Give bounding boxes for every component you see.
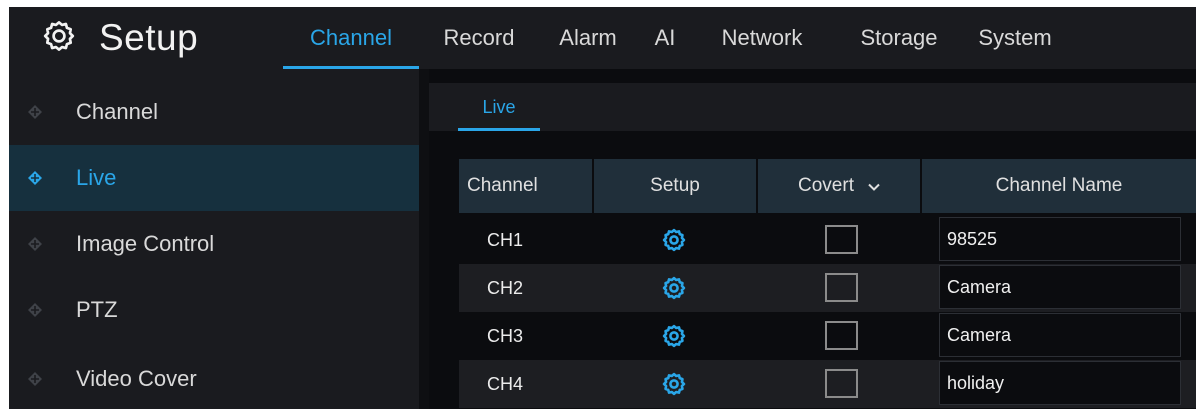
sub-tab-bar: Live <box>429 83 1196 131</box>
setup-window: Setup Channel Record Alarm AI Network St… <box>9 7 1196 409</box>
sidebar-item-ptz[interactable]: PTZ <box>9 277 419 343</box>
gear-icon <box>41 18 77 59</box>
sidebar-item-channel[interactable]: Channel <box>9 79 419 145</box>
channel-name-input[interactable]: Camera <box>939 265 1181 309</box>
header-setup: Setup <box>594 159 756 213</box>
table-row: CH3 Camera <box>459 312 1196 360</box>
diamond-bullet-icon <box>26 103 44 121</box>
brand: Setup <box>41 7 198 69</box>
sidebar-item-image-control[interactable]: Image Control <box>9 211 419 277</box>
sidebar-item-live[interactable]: Live <box>9 145 419 211</box>
channel-name-input[interactable]: Camera <box>939 313 1181 357</box>
channel-table: Channel Setup Covert Channel Name CH1 98… <box>459 159 1196 408</box>
tab-ai[interactable]: AI <box>637 7 693 69</box>
channel-id: CH1 <box>487 229 524 250</box>
header-channel: Channel <box>459 159 592 213</box>
diamond-bullet-icon <box>26 370 44 388</box>
tab-live[interactable]: Live <box>458 83 540 131</box>
channel-name-input[interactable]: holiday <box>939 361 1181 405</box>
table-row: CH1 98525 <box>459 216 1196 264</box>
tab-storage[interactable]: Storage <box>831 7 967 69</box>
setup-gear-icon[interactable] <box>659 360 689 408</box>
tab-record[interactable]: Record <box>419 7 539 69</box>
tab-system[interactable]: System <box>967 7 1063 69</box>
table-row: CH4 holiday <box>459 360 1196 408</box>
tab-network[interactable]: Network <box>693 7 831 69</box>
header-covert[interactable]: Covert <box>758 159 920 213</box>
covert-checkbox[interactable] <box>825 369 858 398</box>
channel-name-input[interactable]: 98525 <box>939 217 1181 261</box>
content-panel: Live Channel Setup Covert Channel Name C… <box>429 69 1196 409</box>
covert-checkbox[interactable] <box>825 225 858 254</box>
sidebar-item-video-cover[interactable]: Video Cover <box>9 346 419 409</box>
table-header: Channel Setup Covert Channel Name <box>459 159 1196 213</box>
setup-gear-icon[interactable] <box>659 216 689 264</box>
table-row: CH2 Camera <box>459 264 1196 312</box>
setup-gear-icon[interactable] <box>659 312 689 360</box>
sidebar: Channel Live Image Control PTZ Video Cov… <box>9 69 419 409</box>
covert-checkbox[interactable] <box>825 273 858 302</box>
covert-checkbox[interactable] <box>825 321 858 350</box>
top-header: Setup Channel Record Alarm AI Network St… <box>9 7 1196 69</box>
top-tabs: Channel Record Alarm AI Network Storage … <box>283 7 1063 69</box>
sidebar-item-label: Image Control <box>76 231 215 256</box>
channel-id: CH2 <box>487 277 524 298</box>
sidebar-item-label: Channel <box>76 99 158 124</box>
chevron-down-icon[interactable] <box>868 178 880 195</box>
page-title: Setup <box>99 17 199 58</box>
tab-channel[interactable]: Channel <box>283 7 419 69</box>
setup-gear-icon[interactable] <box>659 264 689 312</box>
channel-id: CH4 <box>487 373 524 394</box>
sidebar-item-label: Video Cover <box>76 366 197 391</box>
sidebar-item-label: PTZ <box>76 297 118 322</box>
header-covert-label: Covert <box>798 175 854 196</box>
header-channel-name: Channel Name <box>922 159 1196 213</box>
sidebar-item-label: Live <box>76 165 117 190</box>
diamond-bullet-icon <box>26 301 44 319</box>
tab-alarm[interactable]: Alarm <box>539 7 637 69</box>
diamond-bullet-icon <box>26 235 44 253</box>
diamond-bullet-icon <box>26 169 44 187</box>
channel-id: CH3 <box>487 325 524 346</box>
